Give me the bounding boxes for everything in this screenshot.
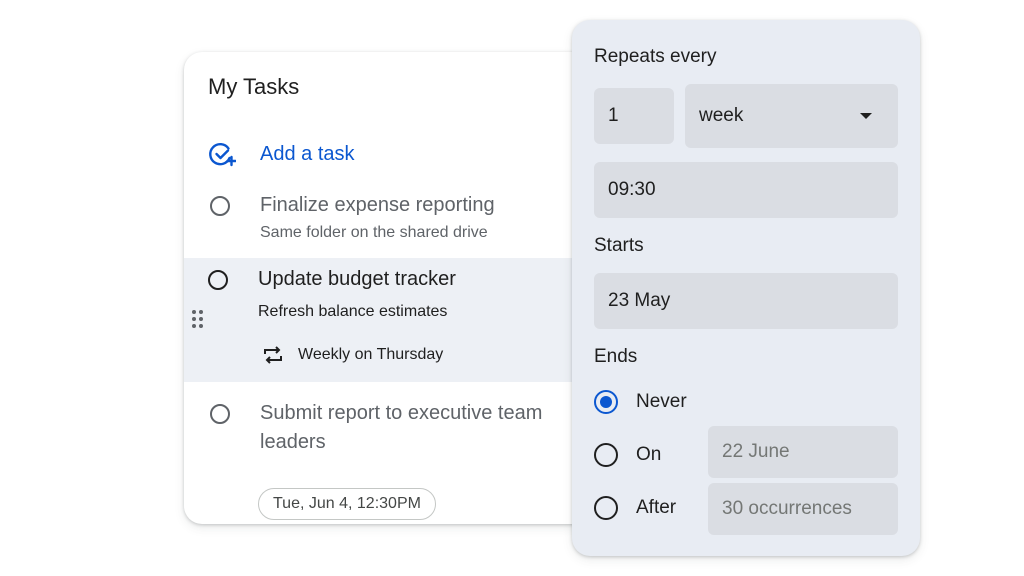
repeat-label: Weekly on Thursday [298, 346, 444, 363]
due-date-chip[interactable]: Tue, Jun 4, 12:30PM [258, 488, 436, 520]
ends-label: Ends [594, 346, 638, 367]
task-subtitle: Refresh balance estimates [258, 303, 448, 320]
ends-on-option[interactable]: On [594, 441, 661, 469]
ends-after-option[interactable]: After [594, 494, 676, 522]
task-complete-checkbox[interactable] [210, 196, 230, 216]
tasks-title: My Tasks [208, 74, 300, 99]
time-input[interactable]: 09:30 [594, 162, 898, 218]
ends-never-option[interactable]: Never [594, 388, 687, 416]
starts-label: Starts [594, 235, 644, 256]
task-item[interactable]: Submit report to executive team leaders … [184, 400, 604, 524]
task-title-line-1: Submit report to executive team [260, 402, 543, 424]
radio-after-label: After [636, 497, 677, 518]
repeat-settings-panel: Repeats every 1 week 09:30 Starts 23 May… [572, 20, 920, 556]
radio-on-label: On [636, 444, 662, 465]
task-item-selected[interactable]: Update budget tracker Refresh balance es… [184, 258, 604, 382]
radio-after[interactable] [594, 496, 618, 520]
task-subtitle: Same folder on the shared drive [260, 224, 488, 241]
start-date-input[interactable]: 23 May [594, 273, 898, 329]
radio-on[interactable] [594, 443, 618, 467]
tasks-card: My Tasks Add a task Finalize expense rep… [184, 52, 604, 524]
repeat-info: Weekly on Thursday [262, 344, 443, 366]
radio-never-label: Never [636, 391, 687, 412]
add-task-icon [209, 142, 236, 167]
task-title: Update budget tracker [258, 268, 456, 290]
dropdown-arrow-icon [860, 113, 872, 119]
task-title: Finalize expense reporting [260, 194, 495, 216]
task-item[interactable]: Finalize expense reporting Same folder o… [184, 192, 604, 252]
radio-never[interactable] [594, 390, 618, 414]
end-date-input[interactable]: 22 June [708, 426, 898, 478]
add-task-button[interactable]: Add a task [208, 140, 355, 168]
task-complete-checkbox[interactable] [208, 270, 228, 290]
task-title-line-2: leaders [260, 431, 326, 453]
repeats-every-label: Repeats every [594, 46, 717, 67]
interval-input[interactable]: 1 [594, 88, 674, 144]
drag-handle-icon[interactable] [191, 310, 205, 334]
unit-select-value: week [699, 105, 744, 126]
repeat-icon [264, 346, 282, 364]
task-complete-checkbox[interactable] [210, 404, 230, 424]
occurrences-input[interactable]: 30 occurrences [708, 483, 898, 535]
add-task-label: Add a task [260, 142, 355, 165]
unit-select[interactable]: week [685, 84, 898, 148]
